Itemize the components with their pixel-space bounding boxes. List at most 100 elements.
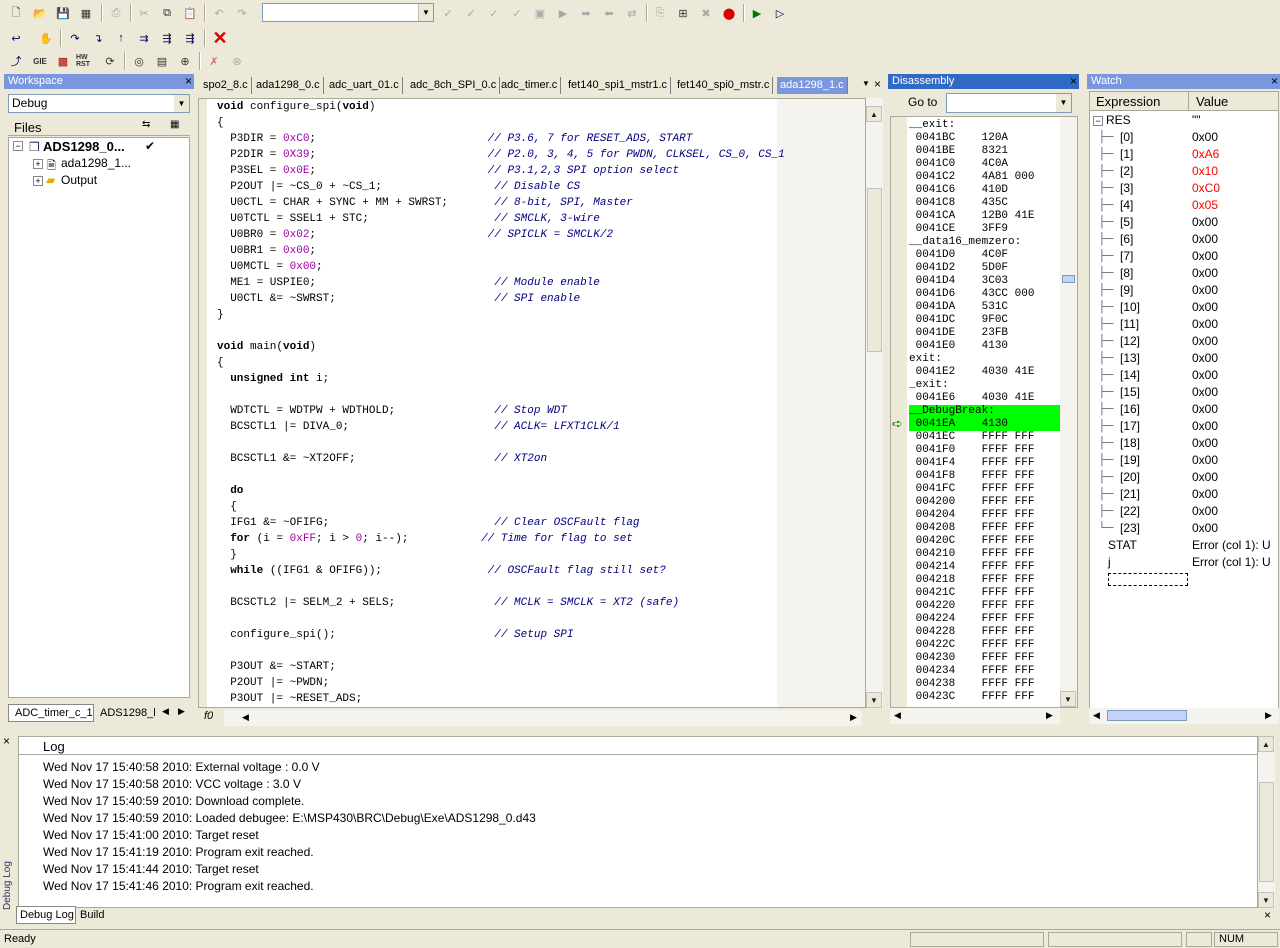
breakpoint-list-icon[interactable]: ⊛ bbox=[227, 51, 247, 71]
bookmark-next-icon[interactable]: ✓ bbox=[461, 3, 481, 23]
watch-row[interactable]: ├─ [13] 0x00 bbox=[1090, 350, 1278, 367]
debug-no-download-icon[interactable]: ▷ bbox=[770, 3, 790, 23]
tab-left-icon[interactable]: ◀ bbox=[162, 706, 169, 717]
scroll-right-icon[interactable]: ▶ bbox=[1046, 710, 1053, 721]
watch-row[interactable]: ├─ [10] 0x00 bbox=[1090, 299, 1278, 316]
tab-fet140-spi1[interactable]: fet140_spi1_mstr1.c bbox=[565, 77, 672, 94]
disasm-line[interactable]: __data16_memzero: bbox=[909, 236, 1061, 249]
disasm-line[interactable]: 004224 FFFF FFF bbox=[909, 613, 1061, 626]
scroll-thumb[interactable] bbox=[1107, 710, 1187, 721]
disasm-line[interactable]: _exit: bbox=[909, 379, 1061, 392]
step-over-icon[interactable]: ↷ bbox=[65, 28, 85, 48]
disasm-line[interactable]: __DebugBreak: bbox=[909, 405, 1061, 418]
output-folder-node[interactable]: Output bbox=[61, 173, 97, 187]
chevron-down-icon[interactable]: ▼ bbox=[1056, 94, 1071, 112]
watch-row[interactable]: ├─ [7] 0x00 bbox=[1090, 248, 1278, 265]
save-icon[interactable]: 💾 bbox=[53, 3, 73, 23]
disasm-line[interactable]: 0041F4 FFFF FFF bbox=[909, 457, 1061, 470]
print-icon[interactable]: ⎙ bbox=[106, 3, 126, 23]
disasm-line[interactable]: 004210 FFFF FFF bbox=[909, 548, 1061, 561]
scroll-right-icon[interactable]: ▶ bbox=[850, 712, 857, 723]
scroll-left-icon[interactable]: ◀ bbox=[1093, 710, 1100, 721]
scroll-down-icon[interactable]: ▼ bbox=[1258, 892, 1274, 908]
disasm-hscroll[interactable]: ◀ ▶ bbox=[890, 708, 1060, 724]
breakpoint-icon[interactable]: ⬤ bbox=[719, 3, 739, 23]
watch-icon[interactable]: ⊕ bbox=[175, 51, 195, 71]
disasm-line[interactable]: 0041E2 4030 41E bbox=[909, 366, 1061, 379]
watch-row[interactable]: ├─ [4] 0x05 bbox=[1090, 197, 1278, 214]
disasm-line[interactable]: 004208 FFFF FFF bbox=[909, 522, 1061, 535]
disasm-line[interactable]: 004204 FFFF FFF bbox=[909, 509, 1061, 522]
tab-adc-uart[interactable]: adc_uart_01.c bbox=[326, 77, 403, 94]
run-to-cursor-icon[interactable]: ⇶ bbox=[157, 28, 177, 48]
tab-ada1298-0[interactable]: ada1298_0.c bbox=[253, 77, 324, 94]
collapse-icon[interactable]: − bbox=[1093, 116, 1103, 126]
close-icon[interactable]: × bbox=[1264, 908, 1271, 922]
disasm-line[interactable]: 004234 FFFF FFF bbox=[909, 665, 1061, 678]
log-list[interactable]: Log Wed Nov 17 15:40:58 2010: External v… bbox=[18, 736, 1258, 908]
watch-row[interactable]: ├─ [3] 0xC0 bbox=[1090, 180, 1278, 197]
target-icon[interactable]: ◎ bbox=[129, 51, 149, 71]
watch-row[interactable]: ├─ [19] 0x00 bbox=[1090, 452, 1278, 469]
disasm-line[interactable]: 0041BE 8321 bbox=[909, 145, 1061, 158]
watch-row[interactable]: ├─ [18] 0x00 bbox=[1090, 435, 1278, 452]
watch-row[interactable]: ├─ [22] 0x00 bbox=[1090, 503, 1278, 520]
disasm-vscroll[interactable]: ▼ bbox=[1060, 117, 1077, 707]
cut-icon[interactable]: ✂ bbox=[134, 3, 154, 23]
scroll-down-icon[interactable]: ▼ bbox=[1060, 691, 1076, 707]
expand-icon[interactable]: + bbox=[33, 176, 43, 186]
watch-row[interactable]: ├─ [2] 0x10 bbox=[1090, 163, 1278, 180]
log-entry[interactable]: Wed Nov 17 15:41:19 2010: Program exit r… bbox=[43, 844, 314, 861]
disasm-line[interactable]: 004218 FFFF FFF bbox=[909, 574, 1061, 587]
tab-fet140-spi0[interactable]: fet140_spi0_mstr.c bbox=[674, 77, 774, 94]
file-node[interactable]: ada1298_1... bbox=[61, 156, 131, 170]
log-vscroll[interactable]: ▲ ▼ bbox=[1258, 736, 1275, 908]
column-value[interactable]: Value bbox=[1196, 94, 1228, 109]
watch-row[interactable]: ├─ [12] 0x00 bbox=[1090, 333, 1278, 350]
watch-row[interactable]: STAT Error (col 1): U bbox=[1090, 537, 1278, 554]
close-icon[interactable]: × bbox=[1271, 74, 1278, 89]
watch-row[interactable]: ├─ [0] 0x00 bbox=[1090, 129, 1278, 146]
options-icon[interactable]: ▦ bbox=[170, 119, 179, 130]
save-all-icon[interactable]: ▦ bbox=[76, 3, 96, 23]
compile-icon[interactable]: ⎘ bbox=[650, 3, 670, 23]
clear-breakpoints-icon[interactable]: ✗ bbox=[204, 51, 224, 71]
log-entry[interactable]: Wed Nov 17 15:40:58 2010: VCC voltage : … bbox=[43, 776, 301, 793]
step-out-icon[interactable]: ↑ bbox=[111, 28, 131, 48]
watch-row[interactable]: ├─ [5] 0x00 bbox=[1090, 214, 1278, 231]
reset-icon[interactable]: ↩ bbox=[6, 28, 26, 48]
disasm-line[interactable]: 00421C FFFF FFF bbox=[909, 587, 1061, 600]
tab-debug-log[interactable]: Debug Log bbox=[16, 906, 76, 924]
next-statement-icon[interactable]: ⇉ bbox=[134, 28, 154, 48]
chevron-down-icon[interactable]: ▼ bbox=[174, 95, 189, 112]
break-icon[interactable]: ✋ bbox=[36, 28, 56, 48]
disasm-line[interactable]: 0041D0 4C0F bbox=[909, 249, 1061, 262]
disasm-line[interactable]: 00422C FFFF FFF bbox=[909, 639, 1061, 652]
scroll-up-icon[interactable]: ▲ bbox=[866, 106, 882, 122]
disasm-line[interactable]: 0041F0 FFFF FFF bbox=[909, 444, 1061, 457]
redo-icon[interactable]: ↷ bbox=[232, 3, 252, 23]
editor-vscroll[interactable]: ▲ ▼ bbox=[866, 98, 883, 708]
log-entry[interactable]: Wed Nov 17 15:41:44 2010: Target reset bbox=[43, 861, 259, 878]
close-icon[interactable]: × bbox=[185, 74, 192, 89]
code-area[interactable]: void configure_spi(void) { P3DIR = 0xC0; … bbox=[198, 98, 866, 708]
find-icon[interactable]: ▣ bbox=[530, 3, 550, 23]
watch-grid[interactable]: Expression Value RES "" − ├─ [0] 0x00 ├─ [1] 0xA… bbox=[1089, 91, 1279, 709]
goto-input[interactable]: ▼ bbox=[946, 93, 1072, 113]
disasm-line[interactable]: 0041D2 5D0F bbox=[909, 262, 1061, 275]
watch-row[interactable]: └─ [23] 0x00 bbox=[1090, 520, 1278, 537]
disasm-line[interactable]: __exit: bbox=[909, 119, 1061, 132]
chevron-down-icon[interactable]: ▼ bbox=[418, 4, 433, 21]
disasm-line[interactable]: 0041EC FFFF FFF bbox=[909, 431, 1061, 444]
watch-row[interactable]: ├─ [14] 0x00 bbox=[1090, 367, 1278, 384]
collapse-icon[interactable]: − bbox=[13, 141, 23, 151]
bookmark-clear-icon[interactable]: ✓ bbox=[507, 3, 527, 23]
refresh-icon[interactable]: ⟳ bbox=[100, 51, 120, 71]
tab-adc-8ch[interactable]: adc_8ch_SPI_0.c bbox=[407, 77, 501, 94]
disasm-line[interactable]: 0041F8 FFFF FFF bbox=[909, 470, 1061, 483]
scroll-right-icon[interactable]: ▶ bbox=[1265, 710, 1272, 721]
disasm-line[interactable]: 0041DC 9F0C bbox=[909, 314, 1061, 327]
tab-menu-icon[interactable]: ▼ bbox=[862, 79, 870, 88]
watch-row[interactable]: RES "" bbox=[1090, 112, 1278, 129]
stop-build-icon[interactable]: ✖ bbox=[696, 3, 716, 23]
